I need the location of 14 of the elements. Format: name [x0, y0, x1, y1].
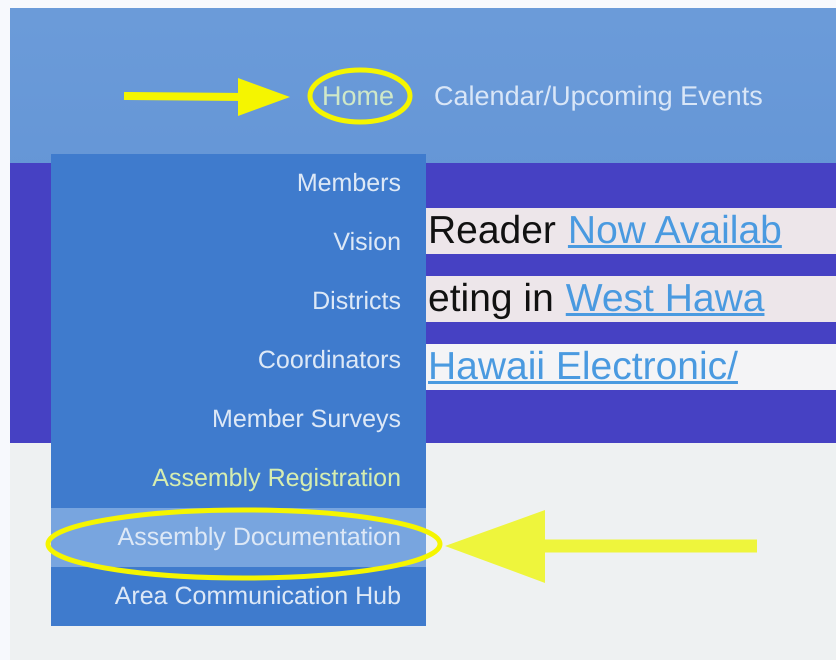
menu-item[interactable]: Member Surveys: [51, 390, 426, 449]
menu-item[interactable]: Area Communication Hub: [51, 567, 426, 626]
nav-link[interactable]: Calendar/Upcoming Events: [434, 81, 763, 112]
banner-link[interactable]: West Hawa: [566, 277, 764, 321]
banner-text: Reader: [428, 209, 556, 253]
banner-link[interactable]: Hawaii Electronic/: [428, 345, 738, 389]
menu-item[interactable]: Districts: [51, 272, 426, 331]
menu-item[interactable]: Members: [51, 154, 426, 213]
menu-item[interactable]: Coordinators: [51, 331, 426, 390]
nav-link[interactable]: Home: [322, 81, 394, 112]
menu-item[interactable]: Assembly Registration: [51, 449, 426, 508]
banner-link[interactable]: Now Availab: [568, 209, 782, 253]
menu-item[interactable]: Vision: [51, 213, 426, 272]
banner-text: eting in: [428, 277, 554, 321]
